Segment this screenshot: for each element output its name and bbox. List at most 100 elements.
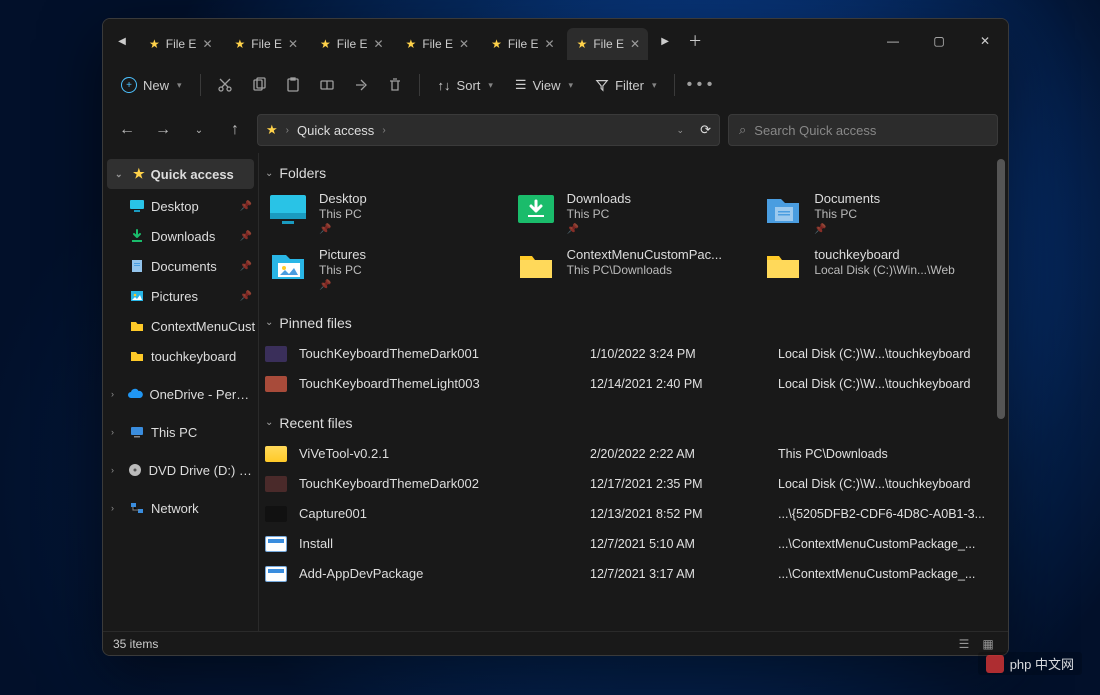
- folder-icon: [762, 247, 804, 285]
- sidebar-item[interactable]: Downloads📌: [103, 221, 258, 251]
- refresh-button[interactable]: ⟳: [700, 122, 711, 138]
- breadcrumb-location[interactable]: Quick access: [297, 123, 374, 138]
- sidebar-item-label: Downloads: [151, 229, 215, 244]
- section-pinned-files[interactable]: ⌄Pinned files: [265, 309, 998, 339]
- filter-button[interactable]: Filter ▾: [585, 69, 666, 101]
- chevron-down-icon: ▾: [569, 80, 574, 91]
- sidebar-dvd-drive[interactable]: › DVD Drive (D:) CCCO: [103, 455, 258, 485]
- sidebar-item-label: ContextMenuCust: [151, 319, 255, 334]
- folder-item[interactable]: DesktopThis PC📌: [265, 189, 503, 239]
- up-button[interactable]: ↑: [221, 115, 249, 145]
- view-button[interactable]: ☰ View ▾: [505, 69, 583, 101]
- minimize-button[interactable]: —: [870, 19, 916, 63]
- back-button[interactable]: ←: [113, 115, 141, 145]
- desktop-icon: [267, 191, 309, 229]
- sort-button[interactable]: ↑↓ Sort ▾: [428, 69, 503, 101]
- address-bar[interactable]: ★ › Quick access › ⌄ ⟳: [257, 114, 720, 146]
- add-tab-button[interactable]: ＋: [680, 31, 710, 51]
- forward-button[interactable]: →: [149, 115, 177, 145]
- chevron-right-icon: ›: [111, 427, 123, 437]
- folder-item[interactable]: DocumentsThis PC📌: [760, 189, 998, 239]
- sidebar-this-pc[interactable]: › This PC: [103, 417, 258, 447]
- file-row[interactable]: TouchKeyboardThemeDark00212/17/2021 2:35…: [265, 469, 998, 499]
- close-tab-icon[interactable]: ✕: [288, 37, 298, 51]
- folder-icon: [515, 247, 557, 285]
- delete-button[interactable]: [379, 69, 411, 101]
- scrollbar-thumb[interactable]: [997, 159, 1005, 419]
- file-row[interactable]: Install12/7/2021 5:10 AM...\ContextMenuC…: [265, 529, 998, 559]
- file-explorer-window: ◀ ★File E✕★File E✕★File E✕★File E✕★File …: [102, 18, 1009, 656]
- tab[interactable]: ★File E✕: [396, 28, 478, 60]
- folder-name: Desktop: [319, 191, 367, 207]
- sidebar-onedrive[interactable]: › OneDrive - Personal: [103, 379, 258, 409]
- star-icon: ★: [491, 37, 502, 51]
- recent-dropdown[interactable]: ⌄: [185, 115, 213, 145]
- section-folders[interactable]: ⌄Folders: [265, 159, 998, 189]
- tab-scroll-right[interactable]: ▶: [650, 36, 680, 47]
- dvd-label: DVD Drive (D:) CCCO: [149, 463, 252, 478]
- file-row[interactable]: Add-AppDevPackage12/7/2021 3:17 AM...\Co…: [265, 559, 998, 589]
- copy-button[interactable]: [243, 69, 275, 101]
- network-icon: [129, 500, 145, 516]
- folder-item[interactable]: PicturesThis PC📌: [265, 245, 503, 295]
- tab[interactable]: ★File E✕: [567, 28, 649, 60]
- more-button[interactable]: • • •: [683, 69, 715, 101]
- folder-item[interactable]: DownloadsThis PC📌: [513, 189, 751, 239]
- toolbar: + New ▾ ↑↓ Sort ▾ ☰ View ▾ Filter ▾ • • …: [103, 63, 1008, 107]
- close-button[interactable]: ✕: [962, 19, 1008, 63]
- close-tab-icon[interactable]: ✕: [545, 37, 555, 51]
- folder-item[interactable]: touchkeyboardLocal Disk (C:)\Win...\Web: [760, 245, 998, 295]
- folder-name: ContextMenuCustomPac...: [567, 247, 722, 263]
- tab[interactable]: ★File E✕: [225, 28, 307, 60]
- file-row[interactable]: ViVeTool-v0.2.12/20/2022 2:22 AMThis PC\…: [265, 439, 998, 469]
- star-icon: ★: [406, 37, 417, 51]
- sidebar-item[interactable]: ContextMenuCust: [103, 311, 258, 341]
- tab-scroll-left[interactable]: ◀: [107, 36, 137, 47]
- file-row[interactable]: Capture00112/13/2021 8:52 PM...\{5205DFB…: [265, 499, 998, 529]
- file-name: TouchKeyboardThemeLight003: [299, 376, 582, 391]
- thumbnails-view-button[interactable]: ▦: [978, 636, 998, 652]
- address-dropdown[interactable]: ⌄: [677, 125, 685, 136]
- pin-icon: 📌: [319, 224, 367, 237]
- share-button[interactable]: [345, 69, 377, 101]
- maximize-button[interactable]: ▢: [916, 19, 962, 63]
- close-tab-icon[interactable]: ✕: [373, 37, 383, 51]
- section-recent-files[interactable]: ⌄Recent files: [265, 409, 998, 439]
- sidebar-item[interactable]: Desktop📌: [103, 191, 258, 221]
- close-tab-icon[interactable]: ✕: [459, 37, 469, 51]
- close-tab-icon[interactable]: ✕: [202, 37, 212, 51]
- file-location: ...\ContextMenuCustomPackage_...: [778, 537, 998, 551]
- file-row[interactable]: TouchKeyboardThemeLight00312/14/2021 2:4…: [265, 369, 998, 399]
- tab[interactable]: ★File E✕: [310, 28, 392, 60]
- pin-icon: 📌: [814, 224, 880, 237]
- folder-name: Documents: [814, 191, 880, 207]
- folder-item[interactable]: ContextMenuCustomPac...This PC\Downloads: [513, 245, 751, 295]
- tab[interactable]: ★File E✕: [481, 28, 563, 60]
- chevron-right-icon: ›: [111, 389, 121, 399]
- view-icon: ☰: [515, 77, 527, 93]
- sidebar-network[interactable]: › Network: [103, 493, 258, 523]
- pin-icon: 📌: [240, 201, 252, 212]
- search-box[interactable]: ⌕ Search Quick access: [728, 114, 998, 146]
- file-name: ViVeTool-v0.2.1: [299, 446, 582, 461]
- tab-label: File E: [593, 37, 624, 51]
- new-button[interactable]: + New ▾: [111, 69, 192, 101]
- star-icon: ★: [133, 166, 145, 182]
- close-tab-icon[interactable]: ✕: [630, 37, 640, 51]
- sidebar-item[interactable]: touchkeyboard: [103, 341, 258, 371]
- scrollbar[interactable]: [997, 159, 1005, 625]
- details-view-button[interactable]: ☰: [954, 636, 974, 652]
- sidebar-item[interactable]: Documents📌: [103, 251, 258, 281]
- sidebar-item[interactable]: Pictures📌: [103, 281, 258, 311]
- file-date: 12/7/2021 3:17 AM: [590, 567, 770, 581]
- rename-button[interactable]: [311, 69, 343, 101]
- file-row[interactable]: TouchKeyboardThemeDark0011/10/2022 3:24 …: [265, 339, 998, 369]
- cut-button[interactable]: [209, 69, 241, 101]
- file-location: Local Disk (C:)\W...\touchkeyboard: [778, 477, 998, 491]
- content-scroll[interactable]: ⌄Folders DesktopThis PC📌DownloadsThis PC…: [259, 153, 1008, 631]
- pin-icon: 📌: [567, 224, 631, 237]
- paste-button[interactable]: [277, 69, 309, 101]
- sidebar-quick-access[interactable]: ⌄ ★ Quick access: [107, 159, 254, 189]
- onedrive-label: OneDrive - Personal: [149, 387, 252, 402]
- tab[interactable]: ★File E✕: [139, 28, 221, 60]
